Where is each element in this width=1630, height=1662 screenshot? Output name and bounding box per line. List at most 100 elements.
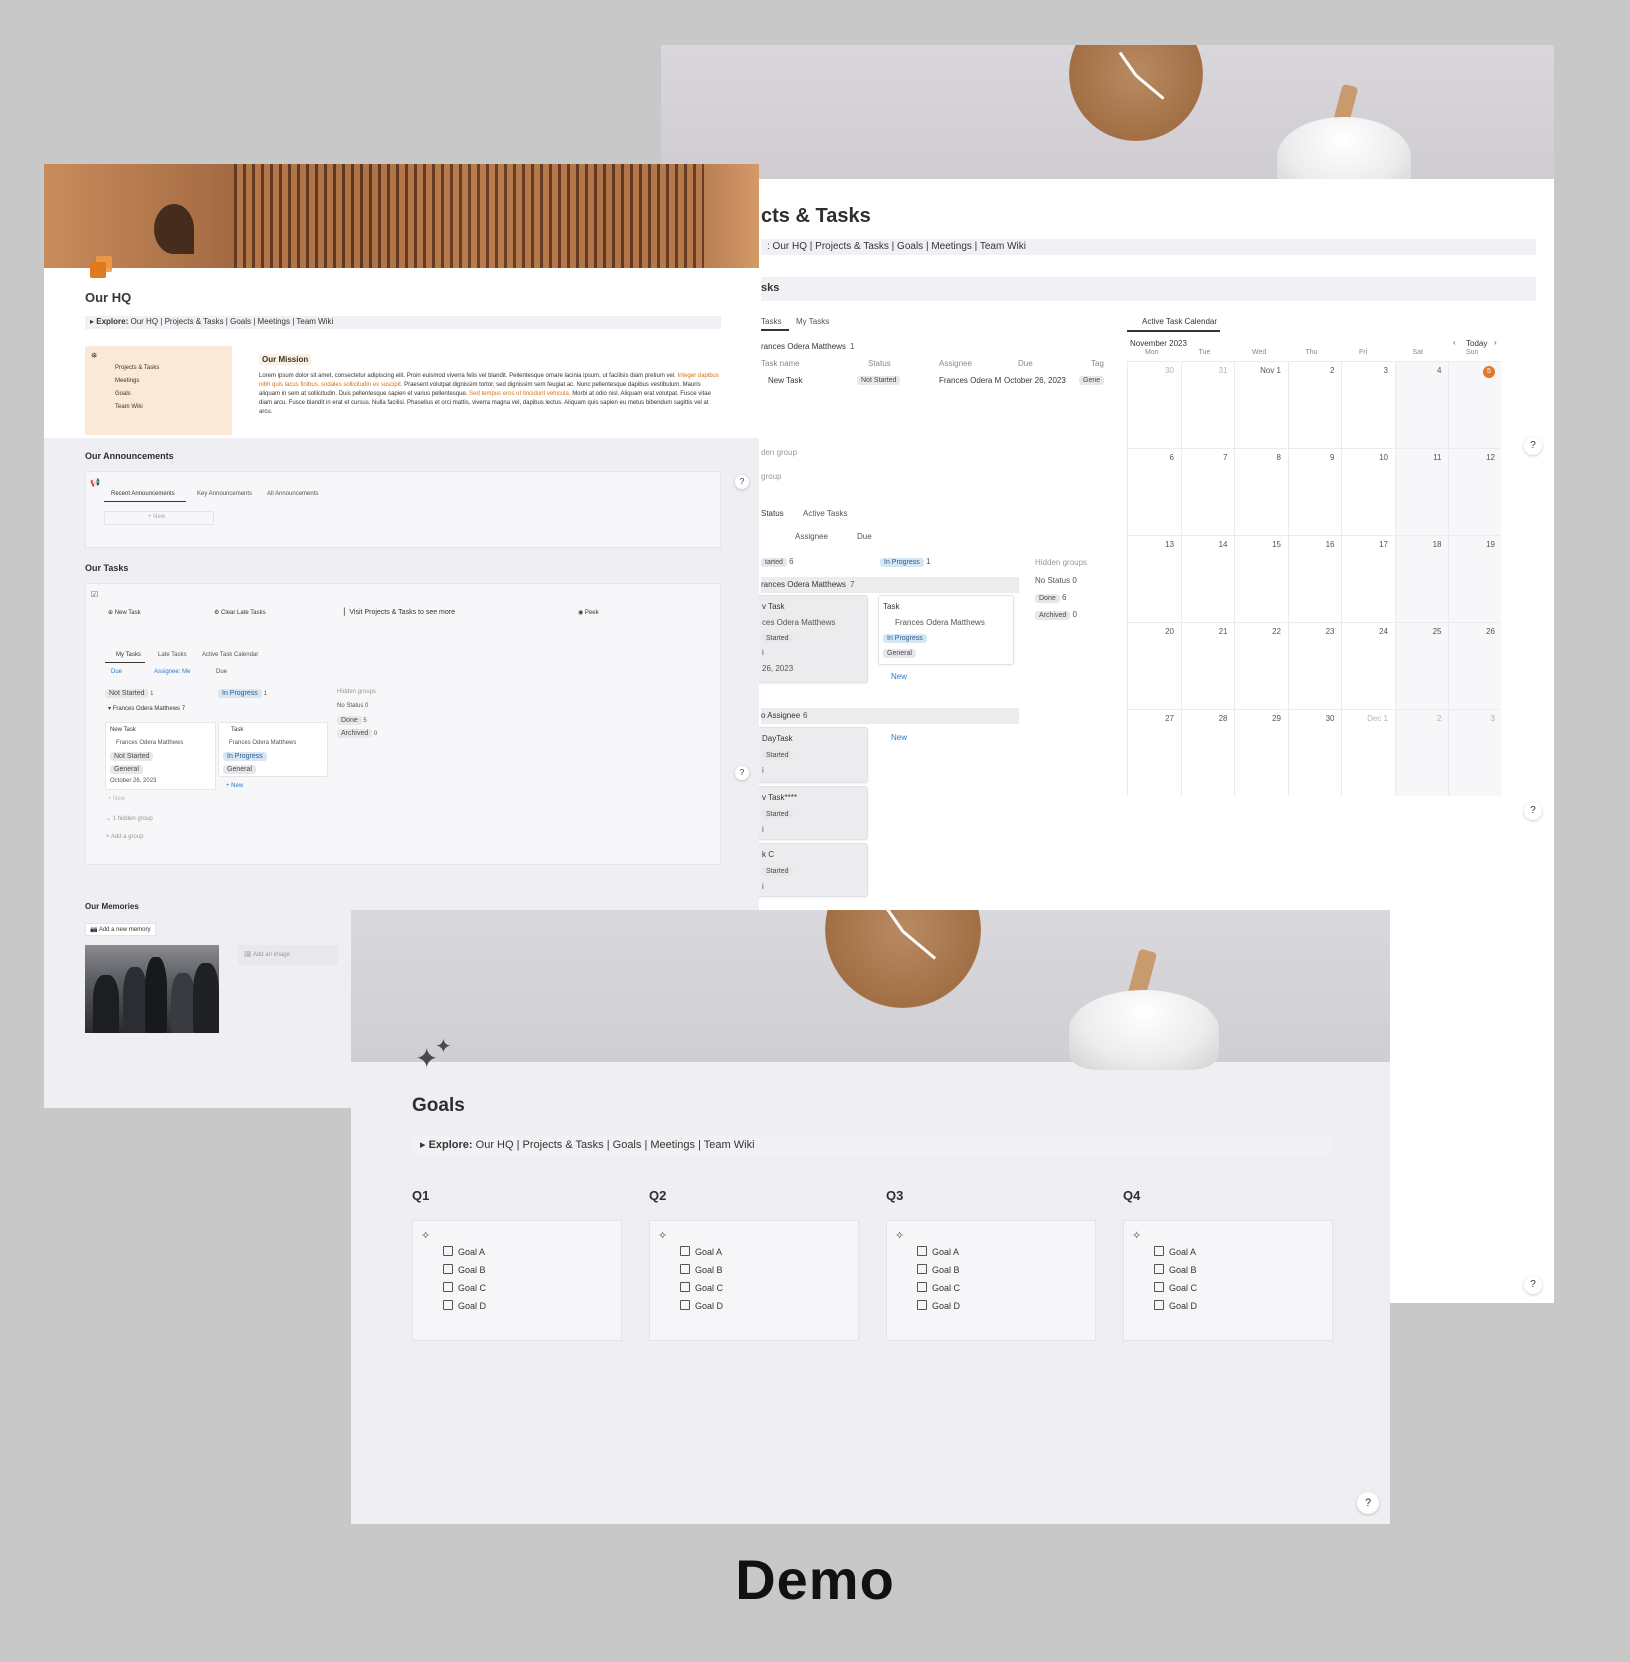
board-card[interactable]: v Task ces Odera Matthews Started i 26, … — [757, 595, 868, 683]
calendar-day[interactable]: 25 — [1394, 622, 1448, 709]
hidden-group-archived[interactable]: Archived 0 — [337, 729, 377, 738]
board-card[interactable]: Task Frances Odera Matthews In Progress … — [878, 595, 1014, 665]
goal-checkbox-item[interactable]: Goal D — [1154, 1300, 1197, 1311]
goal-checkbox-item[interactable]: Goal D — [680, 1300, 723, 1311]
filter-assignee[interactable]: Assignee — [795, 532, 828, 541]
calendar-day[interactable]: 3 — [1448, 709, 1501, 796]
calendar-day[interactable]: 11 — [1394, 448, 1448, 535]
calendar-today-button[interactable]: Today — [1466, 339, 1487, 348]
new-card-button[interactable]: + New — [108, 796, 125, 802]
goal-checkbox-item[interactable]: Goal A — [443, 1246, 485, 1257]
goal-checkbox-item[interactable]: Goal B — [443, 1264, 486, 1275]
hidden-group-done[interactable]: Done 6 — [1035, 593, 1066, 603]
calendar-day[interactable]: 20 — [1127, 622, 1180, 709]
add-image-button[interactable]: 🖼 Add an image — [238, 945, 338, 965]
calendar-day[interactable]: 4 — [1394, 361, 1448, 448]
explore-bar[interactable]: : Our HQ | Projects & Tasks | Goals | Me… — [761, 239, 1536, 255]
calendar-day[interactable]: 19 — [1448, 535, 1501, 622]
tab-late-tasks[interactable]: Late Tasks — [158, 652, 187, 658]
new-task-button[interactable]: ⊕ New Task — [108, 609, 141, 616]
calendar-day[interactable]: 7 — [1180, 448, 1234, 535]
help-button[interactable]: ? — [1357, 1492, 1379, 1514]
calendar-day[interactable]: 30 — [1287, 709, 1341, 796]
nav-projects-tasks[interactable]: Projects & Tasks — [115, 365, 159, 371]
filter-due[interactable]: Due — [111, 669, 122, 675]
goal-checkbox-item[interactable]: Goal A — [680, 1246, 722, 1257]
calendar-day[interactable]: 16 — [1287, 535, 1341, 622]
tab-my-tasks[interactable]: My Tasks — [796, 317, 829, 326]
hidden-group-link[interactable]: ⌄ 1 hidden group — [106, 815, 153, 822]
calendar-day[interactable]: 31 — [1180, 361, 1234, 448]
add-group-link[interactable]: + Add a group — [106, 834, 144, 840]
filter-due[interactable]: Due — [857, 532, 872, 541]
clear-late-tasks-button[interactable]: ⚙ Clear Late Tasks — [214, 609, 266, 616]
calendar-day[interactable]: 2 — [1287, 361, 1341, 448]
calendar-day[interactable]: Dec 1 — [1341, 709, 1394, 796]
board-card[interactable]: k C Started i — [757, 843, 868, 897]
calendar-day[interactable]: 24 — [1341, 622, 1394, 709]
goal-checkbox-item[interactable]: Goal C — [680, 1282, 723, 1293]
calendar-day[interactable]: 13 — [1127, 535, 1180, 622]
filter-assignee-me[interactable]: Assignee: Me — [154, 669, 190, 675]
tab-all-announcements[interactable]: All Announcements — [267, 491, 318, 497]
nav-meetings[interactable]: Meetings — [115, 378, 139, 384]
new-card-button[interactable]: New — [891, 672, 907, 681]
calendar-day[interactable]: 28 — [1180, 709, 1234, 796]
help-button[interactable]: ? — [1524, 1276, 1542, 1294]
calendar-day[interactable]: 22 — [1234, 622, 1287, 709]
calendar-day[interactable]: 21 — [1180, 622, 1234, 709]
goal-checkbox-item[interactable]: Goal C — [917, 1282, 960, 1293]
goal-checkbox-item[interactable]: Goal D — [917, 1300, 960, 1311]
help-button[interactable]: ? — [1524, 437, 1542, 455]
filter-due-2[interactable]: Due — [216, 669, 227, 675]
tab-status[interactable]: Status — [761, 509, 784, 518]
calendar-day[interactable]: 15 — [1234, 535, 1287, 622]
calendar-day[interactable]: 6 — [1127, 448, 1180, 535]
new-card-button[interactable]: + New — [226, 783, 243, 789]
calendar-day[interactable]: 2 — [1394, 709, 1448, 796]
visit-projects-link[interactable]: ▏Visit Projects & Tasks to see more — [344, 608, 455, 616]
hidden-group-archived[interactable]: Archived 0 — [1035, 610, 1077, 620]
calendar-next-icon[interactable]: › — [1494, 338, 1497, 347]
calendar-day[interactable]: 23 — [1287, 622, 1341, 709]
nav-team-wiki[interactable]: Team Wiki — [115, 404, 143, 410]
goal-checkbox-item[interactable]: Goal B — [917, 1264, 960, 1275]
board-card[interactable]: DayTask Started i — [757, 727, 868, 783]
tab-my-tasks[interactable]: My Tasks — [116, 652, 141, 658]
goal-checkbox-item[interactable]: Goal C — [1154, 1282, 1197, 1293]
goal-checkbox-item[interactable]: Goal B — [1154, 1264, 1197, 1275]
goal-checkbox-item[interactable]: Goal A — [917, 1246, 959, 1257]
memory-photo[interactable] — [85, 945, 219, 1033]
goal-checkbox-item[interactable]: Goal C — [443, 1282, 486, 1293]
calendar-day[interactable]: 27 — [1127, 709, 1180, 796]
calendar-day[interactable]: 12 — [1448, 448, 1501, 535]
board-card[interactable]: New Task Frances Odera Matthews Not Star… — [105, 722, 216, 790]
new-card-button[interactable]: New — [891, 733, 907, 742]
nav-goals[interactable]: Goals — [115, 391, 131, 397]
new-announcement-button[interactable]: + New — [148, 514, 165, 520]
hidden-group-done[interactable]: Done 5 — [337, 716, 367, 725]
calendar-day[interactable]: 8 — [1234, 448, 1287, 535]
calendar-day[interactable]: 10 — [1341, 448, 1394, 535]
explore-bar[interactable]: ▸ Explore: Our HQ | Projects & Tasks | G… — [412, 1135, 1332, 1155]
calendar-day[interactable]: 26 — [1448, 622, 1501, 709]
goal-checkbox-item[interactable]: Goal B — [680, 1264, 723, 1275]
help-button[interactable]: ? — [1524, 802, 1542, 820]
hidden-group-no-status[interactable]: No Status 0 — [337, 703, 368, 709]
goal-checkbox-item[interactable]: Goal A — [1154, 1246, 1196, 1257]
help-button[interactable]: ? — [735, 766, 749, 780]
calendar-day[interactable]: 29 — [1234, 709, 1287, 796]
calendar-day[interactable]: Nov 1 — [1234, 361, 1287, 448]
calendar-day[interactable]: 18 — [1394, 535, 1448, 622]
tab-recent-announcements[interactable]: Recent Announcements — [111, 491, 175, 497]
calendar-day[interactable]: 17 — [1341, 535, 1394, 622]
peek-button[interactable]: ◉ Peek — [578, 609, 599, 616]
add-group-link[interactable]: group — [761, 472, 781, 481]
calendar-day[interactable]: 9 — [1287, 448, 1341, 535]
board-card[interactable]: v Task**** Started i — [757, 786, 868, 840]
add-memory-button[interactable]: 📷 Add a new memory — [85, 923, 156, 936]
hidden-group-no-status[interactable]: No Status 0 — [1035, 576, 1077, 585]
goal-checkbox-item[interactable]: Goal D — [443, 1300, 486, 1311]
tab-active-tasks[interactable]: Active Tasks — [803, 509, 847, 518]
explore-bar[interactable]: ▸ Explore: Our HQ | Projects & Tasks | G… — [85, 316, 721, 329]
